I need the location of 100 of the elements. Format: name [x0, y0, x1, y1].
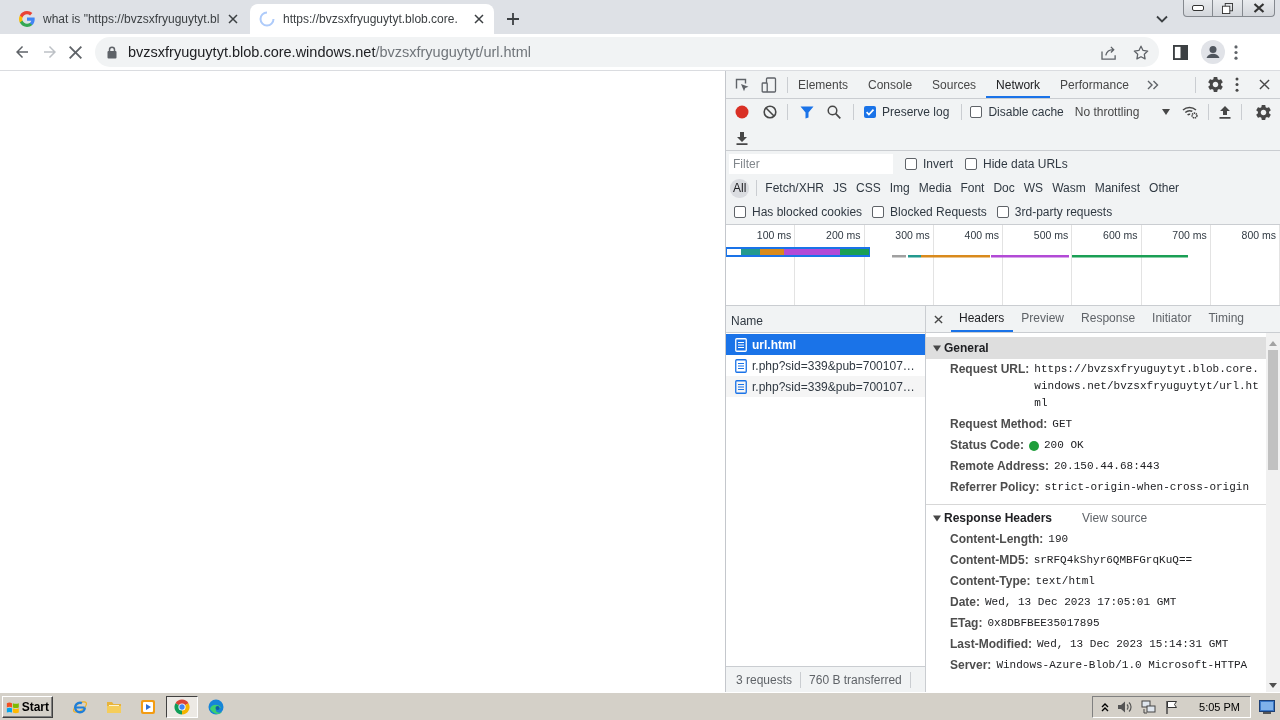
panel-tab[interactable]: Elements — [788, 71, 859, 98]
browser-tab[interactable]: https://bvzsxfryuguytyt.blob.core. — [250, 4, 494, 34]
type-filter[interactable]: WS — [1020, 178, 1047, 198]
header-value: text/html — [1035, 574, 1095, 589]
type-filter[interactable]: Media — [915, 178, 955, 198]
header-name: Content-Length: — [950, 531, 1044, 548]
speaker-icon[interactable] — [1117, 699, 1134, 714]
details-tab[interactable]: Preview — [1013, 306, 1074, 332]
browser-tab[interactable]: what is "https://bvzsxfryuguytyt.bl — [10, 4, 248, 34]
checkbox-label: Blocked Requests — [890, 205, 987, 219]
menu-icon[interactable] — [1234, 44, 1238, 60]
double-chevron-icon[interactable] — [1146, 79, 1159, 90]
close-window-button[interactable] — [1243, 0, 1275, 17]
network-icon[interactable] — [1141, 699, 1158, 714]
device-icon[interactable] — [761, 76, 777, 93]
request-row[interactable]: r.php?sid=339&pub=700107… — [726, 355, 925, 376]
chevron-up-icon[interactable] — [1101, 701, 1110, 712]
checkbox[interactable] — [965, 157, 977, 170]
scrollbar[interactable] — [1266, 333, 1280, 692]
panel-tab[interactable]: Performance — [1050, 71, 1139, 98]
close-icon[interactable] — [228, 14, 238, 24]
side-panel-icon[interactable] — [1173, 44, 1188, 60]
address-bar[interactable]: bvzsxfryuguytyt.blob.core.windows.net/bvzsxfryuguytyt/url.html — [95, 37, 1159, 67]
type-filter[interactable]: CSS — [853, 178, 884, 198]
section-title: Response Headers — [944, 511, 1053, 525]
details-tab[interactable]: Timing — [1200, 306, 1253, 332]
details-tab[interactable]: Response — [1073, 306, 1145, 332]
checkbox-label: 3rd-party requests — [1014, 205, 1113, 219]
checkbox[interactable] — [970, 106, 983, 118]
star-icon[interactable] — [1133, 44, 1149, 60]
checkbox[interactable] — [872, 206, 885, 218]
type-filter[interactable]: Doc — [990, 178, 1018, 198]
restore-button[interactable] — [1213, 0, 1243, 17]
request-row[interactable]: url.html — [726, 334, 925, 355]
type-filter[interactable]: Manifest — [1091, 178, 1144, 198]
request-row[interactable]: r.php?sid=339&pub=700107… — [726, 376, 925, 397]
header-value: Wed, 13 Dec 2023 15:14:31 GMT — [1037, 637, 1229, 652]
header-name: Referrer Policy: — [950, 479, 1040, 496]
record-icon[interactable] — [735, 105, 749, 119]
type-filter[interactable]: JS — [830, 178, 851, 198]
desktop-icon[interactable] — [1259, 699, 1275, 714]
share-icon[interactable] — [1101, 44, 1118, 60]
tick-label: 800 ms — [1241, 229, 1276, 241]
inspect-icon[interactable] — [734, 76, 750, 93]
checkbox-label: Hide data URLs — [983, 156, 1068, 171]
profile-icon[interactable] — [1201, 40, 1225, 64]
type-filter[interactable]: Other — [1146, 178, 1183, 198]
scroll-down-icon[interactable] — [1269, 683, 1277, 688]
scroll-thumb[interactable] — [1268, 350, 1278, 470]
e-logo-icon — [72, 698, 88, 715]
settings-icon[interactable] — [1208, 77, 1223, 92]
type-filter[interactable]: Wasm — [1049, 178, 1089, 198]
clock-text: 5:05 PM — [1199, 700, 1240, 713]
settings-icon[interactable] — [1256, 104, 1272, 120]
header-name: Content-Type: — [950, 573, 1031, 590]
download-icon[interactable] — [736, 130, 748, 145]
type-filter[interactable]: All — [730, 178, 750, 198]
stop-icon[interactable] — [69, 45, 82, 59]
tick-label: 300 ms — [895, 229, 930, 241]
restore-icon — [1222, 2, 1233, 14]
checkbox[interactable] — [996, 206, 1009, 218]
checkbox[interactable] — [864, 106, 876, 118]
details-tab[interactable]: Headers — [951, 306, 1014, 332]
panel-tab[interactable]: Sources — [922, 71, 987, 98]
panel-tab[interactable]: Console — [858, 71, 923, 98]
flag-icon[interactable] — [1165, 699, 1180, 714]
checkbox-label: Disable cache — [988, 105, 1064, 119]
view-source-link[interactable]: View source — [1082, 511, 1148, 525]
checkbox[interactable] — [734, 206, 746, 218]
taskbar-button[interactable] — [166, 695, 198, 718]
filter-icon[interactable] — [800, 105, 814, 119]
start-button[interactable]: Start — [2, 695, 53, 718]
header-name: Date: — [950, 594, 980, 611]
throttling-dropdown[interactable]: No throttling — [1074, 101, 1171, 123]
section-header[interactable]: General — [926, 337, 1266, 359]
type-filter[interactable]: Fetch/XHR — [762, 178, 828, 198]
checkbox[interactable] — [905, 157, 917, 170]
header-name: Server: — [950, 657, 992, 674]
upload-icon[interactable] — [1219, 105, 1232, 119]
clear-icon[interactable] — [763, 105, 777, 119]
document-icon — [735, 358, 747, 373]
search-icon[interactable] — [827, 105, 841, 119]
minimize-button[interactable] — [1183, 0, 1213, 17]
checkbox-label: Preserve log — [882, 105, 950, 119]
wifi-settings-icon[interactable] — [1182, 105, 1199, 119]
type-filter[interactable]: Img — [886, 178, 913, 198]
menu-icon[interactable] — [1235, 77, 1239, 92]
filter-field[interactable]: Filter — [729, 153, 893, 174]
close-icon[interactable] — [1259, 79, 1270, 90]
browser-icon — [174, 698, 190, 715]
close-icon[interactable] — [934, 314, 943, 324]
plus-icon[interactable] — [506, 12, 520, 26]
column-header[interactable]: Name — [726, 306, 925, 333]
close-icon[interactable] — [474, 14, 484, 24]
section-header[interactable]: Response Headers View source — [926, 507, 1266, 529]
details-tab[interactable]: Initiator — [1144, 306, 1201, 332]
header-name: Last-Modified: — [950, 636, 1032, 653]
tick-label: 200 ms — [826, 229, 861, 241]
type-filter[interactable]: Font — [957, 178, 988, 198]
chevron-down-icon[interactable] — [1156, 15, 1168, 23]
